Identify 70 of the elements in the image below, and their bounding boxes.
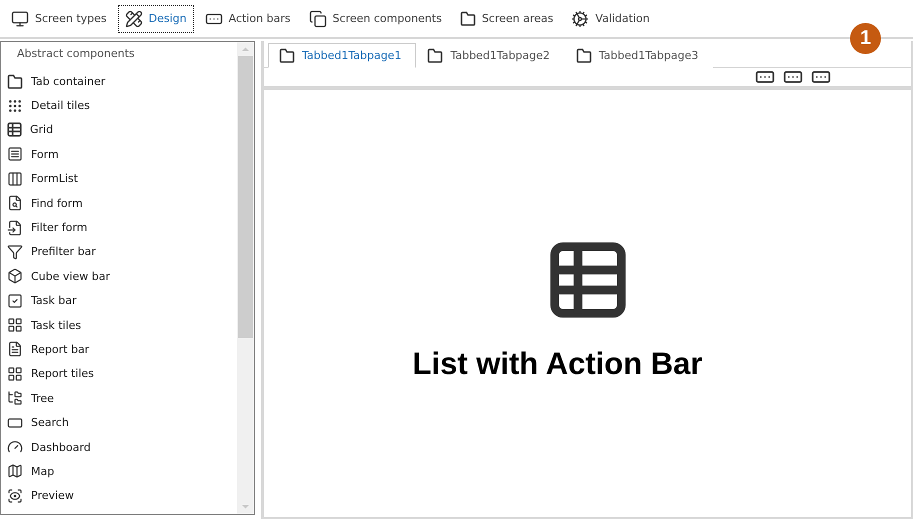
item-label: Tab container xyxy=(31,74,106,88)
form-icon xyxy=(7,146,23,162)
tab-icon xyxy=(460,11,476,26)
component-item[interactable]: Preview xyxy=(7,484,237,508)
component-item[interactable]: Cube view bar xyxy=(7,264,237,289)
step-badge: 1 xyxy=(850,23,881,54)
columns-icon xyxy=(7,170,23,187)
component-item[interactable]: FormList xyxy=(7,166,237,191)
component-item[interactable]: Report bar xyxy=(7,337,237,362)
cube-icon xyxy=(7,268,23,284)
checkbox-icon xyxy=(7,292,23,309)
item-label: Detail tiles xyxy=(31,99,90,112)
item-label: Preview xyxy=(31,489,74,502)
table-icon xyxy=(548,240,628,320)
item-label: Task bar xyxy=(31,294,76,308)
item-label: Form xyxy=(31,148,59,161)
item-label: Grid xyxy=(30,123,54,136)
item-label: Dashboard xyxy=(31,440,91,454)
tab-icon xyxy=(7,74,23,89)
scrollbar-thumb[interactable] xyxy=(238,56,253,338)
item-label: Search xyxy=(31,416,69,430)
map-icon xyxy=(7,463,23,480)
component-item[interactable]: Grid xyxy=(7,118,237,142)
item-label: Report bar xyxy=(31,342,90,356)
file-search-icon xyxy=(7,195,23,212)
tiles-icon xyxy=(7,317,23,334)
component-item[interactable]: Map xyxy=(7,459,237,484)
component-item[interactable]: Search xyxy=(7,410,237,435)
dots-grid-icon xyxy=(7,98,23,114)
component-item[interactable]: Tree xyxy=(7,386,237,410)
component-item[interactable]: Tab container xyxy=(7,69,237,94)
component-item[interactable]: Find form xyxy=(7,190,237,216)
tab-icon xyxy=(427,48,444,63)
item-label: FormList xyxy=(31,172,78,186)
tiles-icon xyxy=(7,366,23,382)
item-label: Report tiles xyxy=(31,367,94,380)
scroll-down-icon[interactable] xyxy=(242,505,249,508)
page-tab[interactable]: Tabbed1Tabpage1 xyxy=(268,43,416,68)
component-item[interactable]: Form xyxy=(7,142,237,167)
item-label: Tree xyxy=(31,392,54,405)
tab-icon xyxy=(576,48,592,63)
scrollbar[interactable] xyxy=(237,42,254,514)
panel-title: Abstract components xyxy=(16,46,136,62)
component-item[interactable]: Detail tiles xyxy=(7,93,237,118)
item-label: Filter form xyxy=(31,221,88,234)
item-label: Cube view bar xyxy=(31,270,110,283)
gauge-icon xyxy=(7,439,23,456)
caption: List with Action Bar xyxy=(412,346,704,382)
component-item[interactable]: Task tiles xyxy=(7,312,237,338)
item-label: Map xyxy=(31,464,54,478)
scroll-up-icon[interactable] xyxy=(242,48,249,51)
item-label: Find form xyxy=(31,196,83,210)
monitor-icon xyxy=(11,10,29,28)
funnel-icon xyxy=(7,244,23,260)
component-item[interactable]: Prefilter bar xyxy=(7,240,237,264)
report-icon xyxy=(7,341,23,358)
cog-icon xyxy=(571,10,590,28)
tree-icon xyxy=(7,390,23,406)
component-item[interactable]: Filter form xyxy=(7,215,237,240)
grid-icon xyxy=(7,122,22,138)
eye-icon xyxy=(7,488,23,504)
item-label: Prefilter bar xyxy=(31,245,96,258)
item-label: Task tiles xyxy=(31,318,82,332)
component-item[interactable]: Dashboard xyxy=(7,434,237,460)
tab-icon xyxy=(279,48,295,63)
toolbar-tab[interactable]: Design xyxy=(118,4,194,32)
pages-icon xyxy=(308,10,327,28)
component-item[interactable]: Task bar xyxy=(7,288,237,313)
component-item[interactable]: Report tiles xyxy=(7,362,237,386)
pencil-ruler-icon xyxy=(124,10,143,28)
